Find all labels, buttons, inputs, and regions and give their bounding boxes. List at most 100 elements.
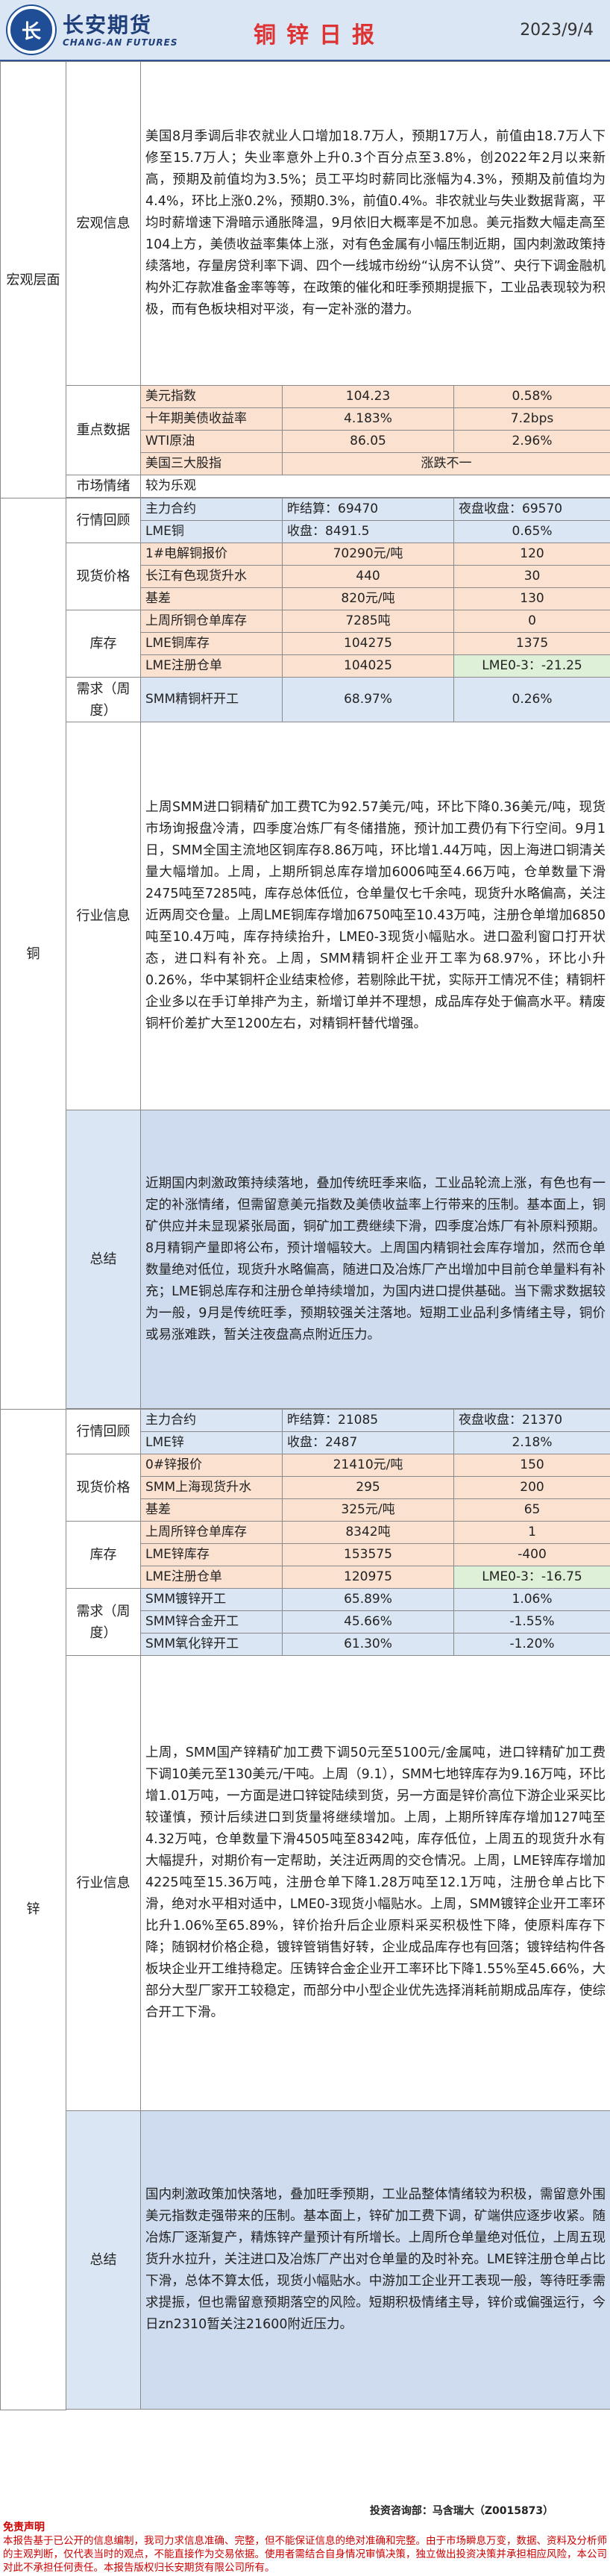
row-name: 1#电解铜报价 xyxy=(140,543,283,566)
indicator-name: 十年期美债收益率 xyxy=(140,407,283,431)
row-change: -1.55% xyxy=(453,1610,610,1634)
copper-section: 铜 xyxy=(0,498,66,1410)
row-value: 104025 xyxy=(282,654,454,678)
zinc-summary-text: 国内刺激政策加快落地，叠加旺季预期，工业品整体情绪较为积极，需留意外围美元指数走… xyxy=(139,2110,610,2410)
spot-price-label: 现货价格 xyxy=(66,543,141,610)
row-value: 65.89% xyxy=(282,1588,454,1611)
row-value: 收盘：2487 xyxy=(282,1431,454,1454)
row-change: -400 xyxy=(453,1543,610,1566)
brand-name-cn: 长安期货 xyxy=(63,13,153,37)
indicator-change: 0.58% xyxy=(453,385,610,408)
row-name: 主力合约 xyxy=(140,498,283,521)
macro-info-label: 宏观信息 xyxy=(66,61,141,386)
row-value: 120975 xyxy=(282,1566,454,1589)
row-value: 昨结算：21085 xyxy=(282,1409,454,1432)
zinc-industry-text: 上周，SMM国产锌精矿加工费下调50元至5100元/金属吨，进口锌精矿加工费下调… xyxy=(139,1655,610,2111)
sentiment-value: 较为乐观 xyxy=(139,475,610,498)
summary-label: 总结 xyxy=(66,1110,141,1409)
row-name: LME铜库存 xyxy=(140,632,283,655)
row-name: 基差 xyxy=(140,587,283,610)
row-value: 820元/吨 xyxy=(282,587,454,610)
row-change: 0.26% xyxy=(453,677,610,722)
report-header: 长 长安期货 CHANG-AN FUTURES 铜锌日报 2023/9/4 xyxy=(0,0,610,61)
row-name: SMM镀锌开工 xyxy=(140,1588,283,1611)
row-change: 30 xyxy=(453,565,610,588)
report-date: 2023/9/4 xyxy=(520,21,594,40)
row-change: 1375 xyxy=(453,632,610,655)
row-name: LME锌库存 xyxy=(140,1543,283,1566)
spot-price-label: 现货价格 xyxy=(66,1454,141,1522)
row-value: 21410元/吨 xyxy=(282,1454,454,1477)
market-review-label: 行情回顾 xyxy=(66,1409,141,1454)
indicator-name: 美元指数 xyxy=(140,385,283,408)
row-change: 0 xyxy=(453,610,610,633)
industry-info-label: 行业信息 xyxy=(66,722,141,1110)
row-value: 昨结算：69470 xyxy=(282,498,454,521)
row-name: 主力合约 xyxy=(140,1409,283,1432)
row-name: LME注册仓单 xyxy=(140,1566,283,1589)
macro-info-text: 美国8月季调后非农就业人口增加18.7万人，预期17万人，前值由18.7万人下修… xyxy=(139,61,610,386)
report-title: 铜锌日报 xyxy=(254,22,385,49)
indicator-value: 104.23 xyxy=(282,385,454,408)
summary-label: 总结 xyxy=(66,2110,141,2410)
row-value: 104275 xyxy=(282,632,454,655)
row-name: 0#锌报价 xyxy=(140,1454,283,1477)
disclaimer-title: 免责声明 xyxy=(3,2522,45,2533)
row-change: 1.06% xyxy=(453,1588,610,1611)
demand-label: 需求（周度） xyxy=(66,1588,141,1656)
row-change: 130 xyxy=(453,587,610,610)
row-value: 收盘：8491.5 xyxy=(282,520,454,543)
inventory-label: 库存 xyxy=(66,1521,141,1589)
row-name: LME注册仓单 xyxy=(140,654,283,678)
industry-info-label: 行业信息 xyxy=(66,1655,141,2111)
demand-label: 需求（周度） xyxy=(66,677,141,722)
row-name: 上周所锌仓单库存 xyxy=(140,1521,283,1544)
row-value: 295 xyxy=(282,1476,454,1499)
company-logo: 长 xyxy=(7,6,55,54)
row-change: 1 xyxy=(453,1521,610,1544)
row-change: 夜盘收盘：69570 xyxy=(453,498,610,521)
row-value: 153575 xyxy=(282,1543,454,1566)
row-name: SMM氧化锌开工 xyxy=(140,1633,283,1656)
analyst-credit: 投资咨询部：马含瑞大（Z0015873） xyxy=(369,2505,554,2517)
indicator-change: 7.2bps xyxy=(453,407,610,431)
row-change: 65 xyxy=(453,1498,610,1522)
macro-section: 宏观层面 xyxy=(0,61,66,498)
row-value: 68.97% xyxy=(282,677,454,722)
zinc-section: 锌 xyxy=(0,1409,66,2410)
market-review-label: 行情回顾 xyxy=(66,498,141,543)
row-value: 45.66% xyxy=(282,1610,454,1634)
report-footer: 投资咨询部：马含瑞大（Z0015873） 免责声明 本报告基于已公开的信息编制，… xyxy=(0,2500,610,2576)
copper-industry-text: 上周SMM进口铜精矿加工费TC为92.57美元/吨，环比下降0.36美元/吨，现… xyxy=(139,722,610,1110)
row-value: 70290元/吨 xyxy=(282,543,454,566)
report-table: 宏观层面 宏观信息 美国8月季调后非农就业人口增加18.7万人，预期17万人，前… xyxy=(0,61,610,2410)
row-name: LME铜 xyxy=(140,520,283,543)
row-change: LME0-3：-21.25 xyxy=(453,654,610,678)
indicator-change: 2.96% xyxy=(453,430,610,453)
row-change: 0.65% xyxy=(453,520,610,543)
row-change: LME0-3：-16.75 xyxy=(453,1566,610,1589)
indicator-name: WTI原油 xyxy=(140,430,283,453)
row-name: SMM精铜杆开工 xyxy=(140,677,283,722)
indicator-value: 4.183% xyxy=(282,407,454,431)
row-change: 2.18% xyxy=(453,1431,610,1454)
inventory-label: 库存 xyxy=(66,610,141,678)
row-value: 7285吨 xyxy=(282,610,454,633)
row-name: SMM锌合金开工 xyxy=(140,1610,283,1634)
key-data-label: 重点数据 xyxy=(66,385,141,475)
indicator-name: 美国三大股指 xyxy=(140,452,283,475)
copper-summary-text: 近期国内刺激政策持续落地，叠加传统旺季来临，工业品轮流上涨，有色也有一定的补涨情… xyxy=(139,1110,610,1409)
row-value: 61.30% xyxy=(282,1633,454,1656)
row-value: 8342吨 xyxy=(282,1521,454,1544)
indicator-value: 86.05 xyxy=(282,430,454,453)
row-value: 325元/吨 xyxy=(282,1498,454,1522)
row-change: 200 xyxy=(453,1476,610,1499)
row-value: 440 xyxy=(282,565,454,588)
row-name: LME锌 xyxy=(140,1431,283,1454)
row-change: 夜盘收盘：21370 xyxy=(453,1409,610,1432)
sentiment-label: 市场情绪 xyxy=(66,475,141,498)
row-name: 基差 xyxy=(140,1498,283,1522)
row-change: 150 xyxy=(453,1454,610,1477)
indicator-value: 涨跌不一 xyxy=(281,452,610,475)
row-name: 长江有色现货升水 xyxy=(140,565,283,588)
